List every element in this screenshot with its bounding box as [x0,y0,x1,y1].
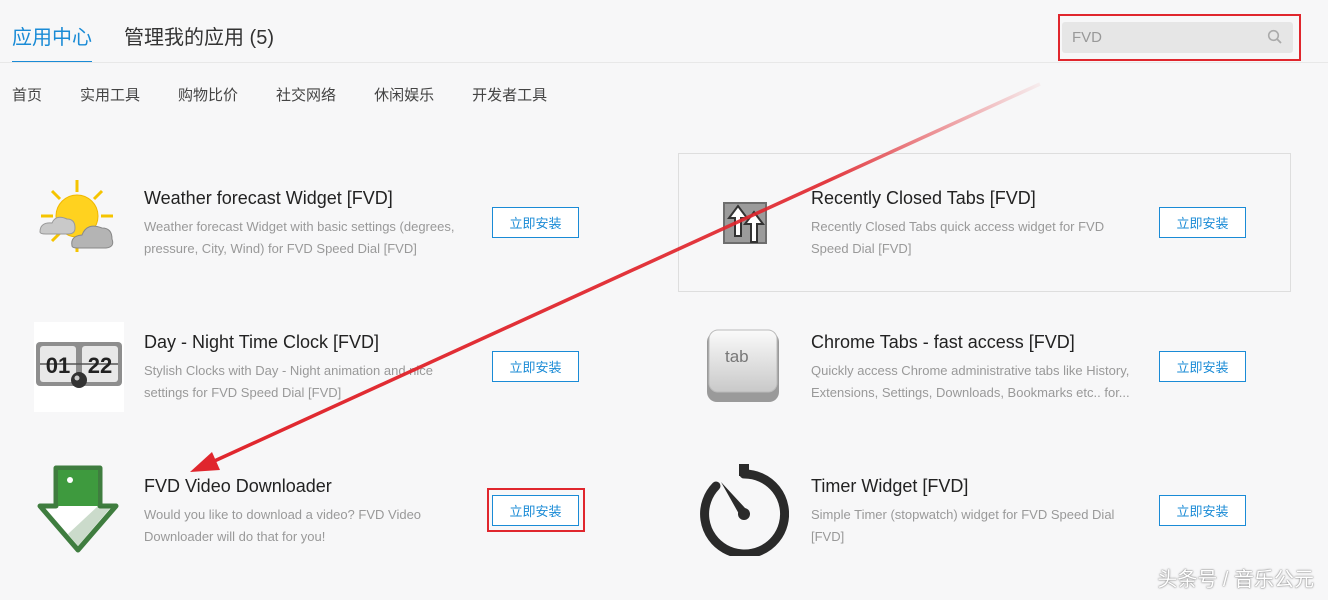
header-divider [0,62,1328,63]
clock-minute-text: 22 [88,353,112,378]
app-card-recently-closed-tabs[interactable]: Recently Closed Tabs [FVD] Recently Clos… [678,153,1291,292]
tab-manage-my-apps[interactable]: 管理我的应用 (5) [124,24,274,63]
app-description: Weather forecast Widget with basic setti… [144,219,455,256]
install-button[interactable]: 立即安装 [1159,495,1246,526]
app-title: Weather forecast Widget [FVD] [144,188,393,208]
app-description: Would you like to download a video? FVD … [144,507,422,544]
weather-icon [32,178,122,268]
app-description: Simple Timer (stopwatch) widget for FVD … [811,507,1115,544]
watermark: 头条号 / 音乐公元 [1157,569,1314,591]
category-utilities[interactable]: 实用工具 [80,84,140,105]
category-shopping[interactable]: 购物比价 [178,84,238,105]
download-arrow-icon [36,464,126,554]
annotation-box-search [1058,14,1301,61]
install-button[interactable]: 立即安装 [492,207,579,238]
clock-hour-text: 01 [46,353,70,378]
annotation-box-install [487,488,585,532]
stopwatch-icon [699,464,790,559]
clock-icon: 01 22 [34,322,124,412]
recent-tabs-icon [699,178,789,268]
tab-app-center[interactable]: 应用中心 [12,24,92,63]
app-title: Day - Night Time Clock [FVD] [144,332,380,352]
category-home[interactable]: 首页 [12,84,42,105]
install-button[interactable]: 立即安装 [1159,351,1246,382]
app-description: Quickly access Chrome administrative tab… [811,363,1130,400]
app-card-day-night-clock[interactable]: 01 22 Day - Night Time Clock [FVD] Styli… [12,298,624,436]
app-title: Chrome Tabs - fast access [FVD] [811,332,1075,352]
app-title: FVD Video Downloader [144,476,332,496]
install-button[interactable]: 立即安装 [1159,207,1246,238]
app-title: Recently Closed Tabs [FVD] [811,188,1036,208]
key-label: tab [725,347,749,366]
install-button[interactable]: 立即安装 [492,351,579,382]
category-social[interactable]: 社交网络 [276,84,336,105]
category-entertainment[interactable]: 休闲娱乐 [374,84,434,105]
app-title: Timer Widget [FVD] [811,476,969,496]
app-card-timer-widget[interactable]: Timer Widget [FVD] Simple Timer (stopwat… [679,442,1291,580]
app-description: Recently Closed Tabs quick access widget… [811,219,1105,256]
tab-key-icon: tab [699,326,789,416]
category-developer-tools[interactable]: 开发者工具 [472,84,547,105]
top-tabs: 应用中心 管理我的应用 (5) [12,24,274,64]
app-card-chrome-tabs[interactable]: tab Chrome Tabs - fast access [FVD] Quic… [679,298,1291,436]
app-description: Stylish Clocks with Day - Night animatio… [144,363,434,400]
category-nav: 首页 实用工具 购物比价 社交网络 休闲娱乐 开发者工具 [12,84,547,105]
app-card-weather[interactable]: Weather forecast Widget [FVD] Weather fo… [12,154,624,292]
